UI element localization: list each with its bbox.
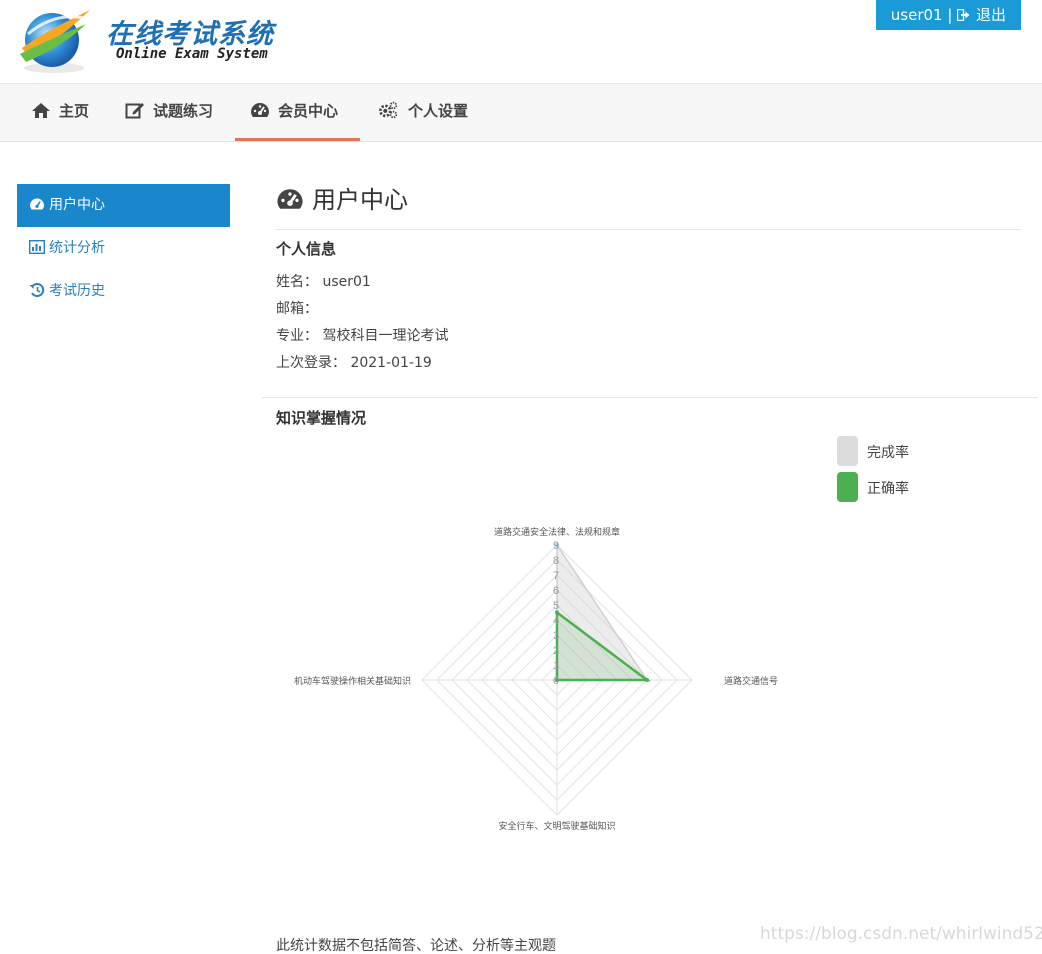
radar-axis-label: 安全行车、文明驾驶基础知识 (498, 820, 615, 832)
radar-scale-tick: 6 (553, 585, 559, 597)
radar-axis-label: 道路交通信号 (724, 675, 778, 687)
radar-scale-tick: 1 (553, 660, 559, 672)
info-major: 专业： 驾校科目一理论考试 (276, 325, 448, 345)
nav-item-member-center[interactable]: 会员中心 (235, 84, 360, 141)
nav-label: 个人设置 (408, 102, 469, 120)
globe-logo-icon (20, 10, 90, 73)
app-subtitle: Online Exam System (116, 46, 268, 62)
profile-heading: 个人信息 (276, 240, 337, 258)
logout-button[interactable]: 退出 (957, 6, 1006, 24)
nav-label: 试题练习 (153, 102, 214, 120)
user-box: user01 | 退出 (875, 0, 1021, 30)
watermark: https://blog.csdn.net/whirlwind526 (760, 924, 1042, 944)
cogs-icon (379, 101, 398, 119)
major-label: 专业： (276, 328, 318, 344)
username-link[interactable]: user01 (891, 6, 943, 24)
sidebar-item-label: 考试历史 (49, 283, 105, 299)
legend-label: 完成率 (867, 445, 909, 461)
radar-scale-tick: 2 (553, 645, 559, 657)
info-name: 姓名： user01 (276, 271, 371, 291)
page-title-text: 用户中心 (312, 186, 408, 214)
last-login-label: 上次登录： (276, 355, 346, 371)
radar-scale-tick: 5 (553, 600, 559, 612)
edit-icon (125, 103, 144, 119)
name-label: 姓名： (276, 274, 318, 290)
dashboard-icon (277, 189, 303, 209)
logout-label: 退出 (975, 6, 1006, 24)
header: 在线考试系统 Online Exam System user01 | 退出 (0, 0, 1042, 84)
sidebar-item-label: 用户中心 (49, 197, 105, 213)
footnote: 此统计数据不包括简答、论述、分析等主观题 (276, 938, 556, 954)
radar-scale-tick: 4 (553, 615, 559, 627)
bar-chart-icon (29, 240, 45, 254)
nav-item-practice[interactable]: 试题练习 (110, 84, 228, 141)
radar-scale-tick: 0 (553, 675, 559, 687)
radar-scale-tick: 3 (553, 630, 559, 642)
last-login-value: 2021-01-19 (350, 355, 432, 371)
separator: | (947, 6, 953, 24)
sign-out-icon (957, 8, 970, 22)
nav-label: 会员中心 (278, 102, 339, 120)
radar-axis-label: 机动车驾驶操作相关基础知识 (294, 675, 411, 687)
radar-point (645, 678, 649, 682)
info-email: 邮箱： (276, 298, 318, 318)
sidebar-item-exam-history[interactable]: 考试历史 (17, 270, 230, 313)
radar-chart: 0 1 2 3 4 5 6 7 8 9 道路交通安全法律、法规和规章道路交通信号安全行车、文明驾驶基… (294, 526, 778, 832)
nav-item-settings[interactable]: 个人设置 (361, 84, 483, 141)
info-last-login: 上次登录： 2021-01-19 (276, 352, 432, 372)
radar-scale-tick: 8 (553, 555, 559, 567)
knowledge-heading: 知识掌握情况 (276, 409, 367, 427)
divider (262, 397, 1038, 398)
major-value: 驾校科目一理论考试 (322, 328, 449, 344)
nav-label: 主页 (59, 102, 90, 120)
sidebar-item-label: 统计分析 (49, 240, 105, 256)
sidebar-item-user-center[interactable]: 用户中心 (17, 184, 230, 227)
divider (276, 229, 1021, 230)
radar-scale-tick: 7 (553, 570, 559, 582)
radar-scale-tick: 9 (553, 540, 559, 552)
page-title: 用户中心 (276, 180, 408, 215)
history-icon (29, 283, 45, 297)
nav-item-home[interactable]: 主页 (16, 84, 104, 141)
radar-axis-label: 道路交通安全法律、法规和规章 (494, 526, 620, 538)
dashboard-icon (30, 198, 44, 210)
legend-swatch (837, 436, 858, 466)
legend-label: 正确率 (867, 481, 909, 497)
email-label: 邮箱： (276, 301, 318, 317)
dashboard-icon (251, 103, 269, 117)
home-icon (32, 103, 50, 118)
sidebar-item-statistics[interactable]: 统计分析 (17, 227, 230, 270)
legend-swatch (837, 472, 858, 502)
name-value: user01 (322, 274, 371, 290)
main-nav: 主页 试题练习 会员中心 个人设置 (0, 84, 1042, 142)
